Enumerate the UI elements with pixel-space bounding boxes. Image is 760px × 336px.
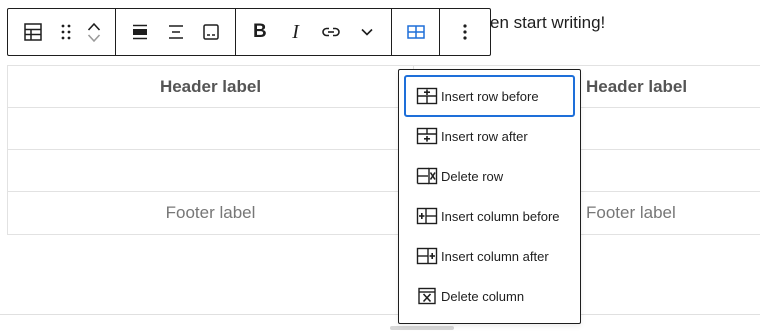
align-center-icon[interactable] [158,9,194,55]
table-row-after-icon [415,124,439,148]
bold-icon[interactable]: B [242,9,278,55]
table-cell[interactable] [7,149,414,192]
table-column-after-icon [415,244,439,268]
menu-item-delete-row[interactable]: Delete row [405,156,574,196]
menu-item-insert-column-after[interactable]: Insert column after [405,236,574,276]
move-up-icon[interactable] [87,22,101,31]
header-cell[interactable]: Header label [7,65,414,108]
table-block: Header label Header label Footer label F… [7,65,760,235]
more-formatting-chevron-icon[interactable] [349,9,385,55]
table-column-before-icon [415,204,439,228]
caption-icon[interactable] [193,9,229,55]
table-row [7,107,760,150]
footer-cell-text: Footer label [586,203,676,222]
options-kebab-icon[interactable] [447,9,483,55]
menu-item-label: Delete row [441,168,504,184]
menu-item-insert-row-before[interactable]: Insert row before [404,75,575,117]
block-toolbar: B I [7,8,491,56]
table-cell[interactable] [7,107,414,150]
block-toolbar-group-block [8,9,116,55]
footer-cell[interactable]: Footer label [7,191,414,235]
edit-table-icon[interactable] [398,9,434,55]
block-toolbar-group-alignment [116,9,236,55]
paragraph-text[interactable]: en start writing! [490,13,605,33]
block-toolbar-group-options [440,9,490,55]
editor-canvas: en start writing! B I Header label Heade… [0,0,760,336]
block-toolbar-group-table [392,9,440,55]
table-footer-row: Footer label Footer label [7,191,760,235]
table-block-icon[interactable] [14,9,53,55]
align-wide-icon[interactable] [122,9,158,55]
menu-item-label: Insert row after [441,128,528,144]
divider [0,314,760,315]
table-row-before-icon [415,84,439,108]
header-cell-text: Header label [586,76,688,96]
table-row-delete-icon [415,164,439,188]
menu-item-label: Insert column before [441,208,560,224]
menu-item-label: Delete column [441,288,525,304]
table-header-row: Header label Header label [7,65,760,108]
block-toolbar-group-format: B I [236,9,392,55]
menu-item-delete-column[interactable]: Delete column [405,276,574,316]
table: Header label Header label Footer label F… [7,65,760,235]
block-movers [80,9,109,55]
table-column-delete-icon [415,284,439,308]
italic-glyph: I [292,20,299,43]
menu-item-insert-row-after[interactable]: Insert row after [405,116,574,156]
drag-handle-icon[interactable] [53,9,80,55]
resize-handle[interactable] [390,326,454,330]
menu-item-label: Insert row before [441,88,539,104]
menu-item-insert-column-before[interactable]: Insert column before [405,196,574,236]
menu-item-label: Insert column after [441,248,549,264]
move-down-icon[interactable] [87,33,101,43]
link-icon[interactable] [314,9,350,55]
italic-icon[interactable]: I [278,9,314,55]
edit-table-menu: Insert row before Insert row after Delet… [398,69,581,324]
bold-glyph: B [253,21,267,42]
table-row [7,149,760,192]
